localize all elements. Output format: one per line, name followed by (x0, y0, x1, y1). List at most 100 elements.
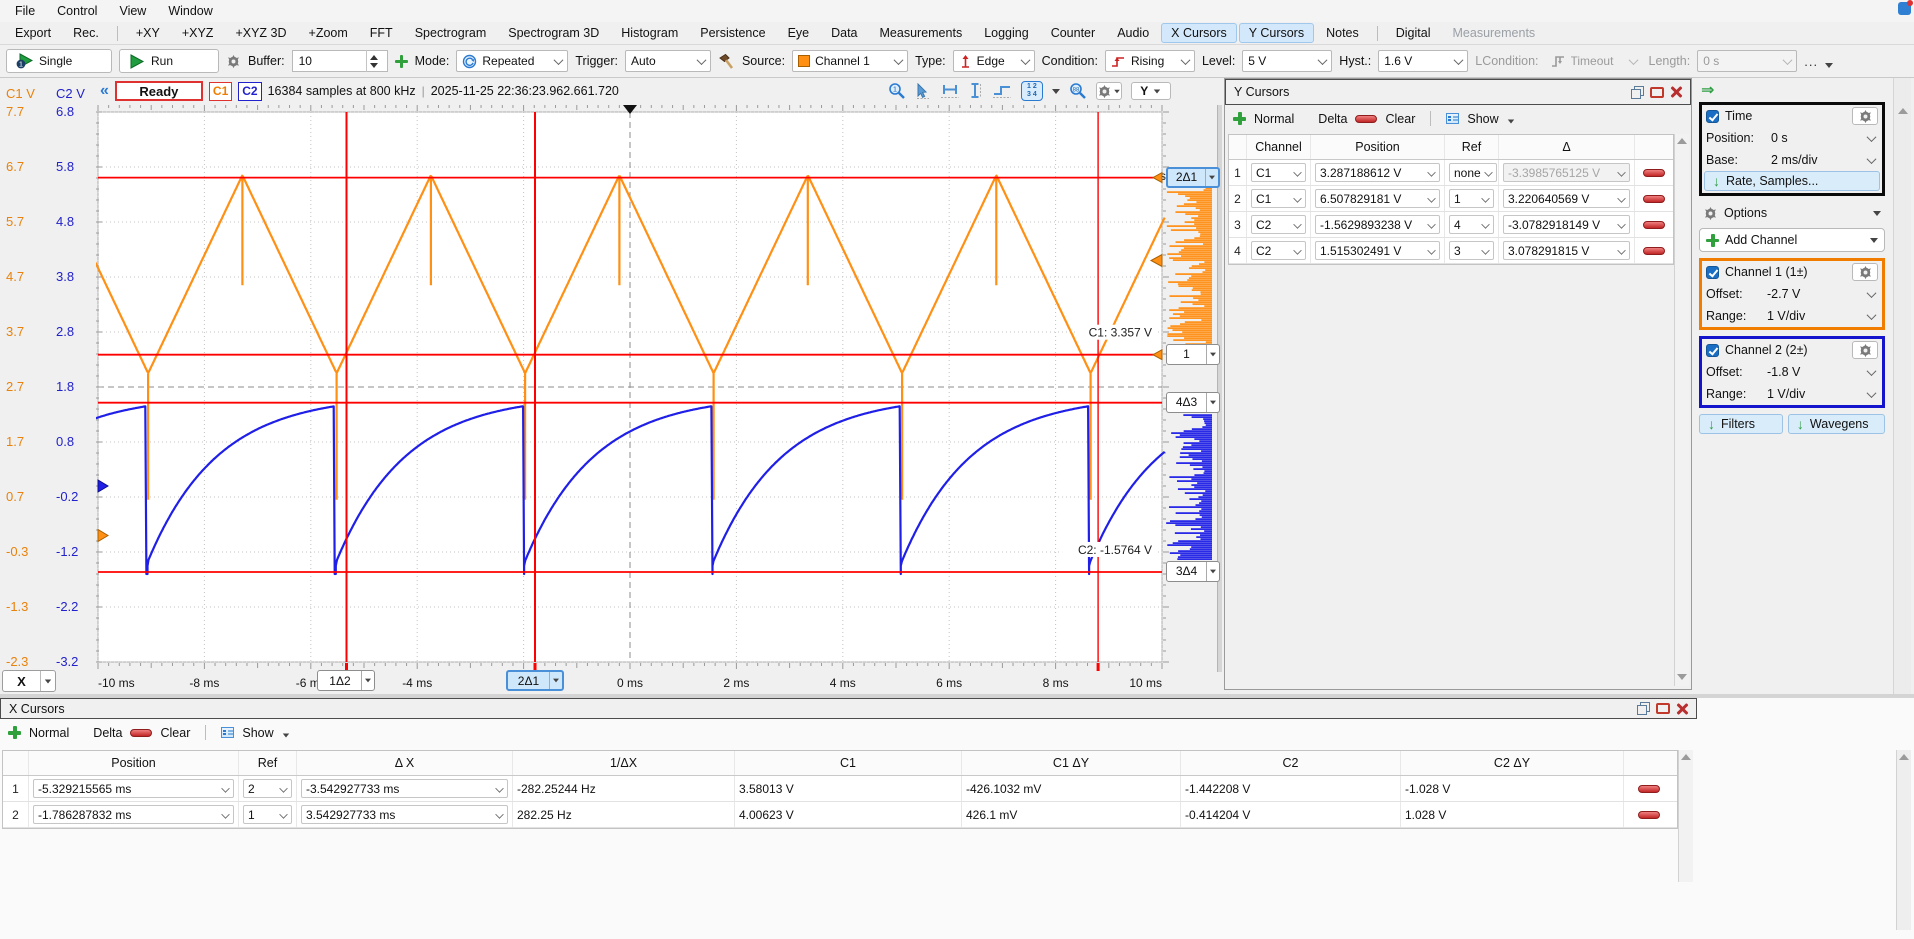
add-normal-cursor-icon[interactable] (1233, 112, 1246, 125)
add-channel-caret[interactable] (1870, 238, 1878, 243)
tab-measurements[interactable]: Measurements (870, 23, 973, 43)
x-cursor-flag-1Δ2[interactable]: 1Δ2 (317, 670, 375, 691)
y-axis-menu-button[interactable]: Y (1131, 82, 1171, 100)
add-delta-cursor-button[interactable]: Delta (93, 726, 122, 740)
time-base-dropdown[interactable]: 2 ms/div (1768, 150, 1878, 170)
zoom-digits-icon[interactable]: 88 (1069, 82, 1087, 100)
cursor-delta-dropdown[interactable]: 3.078291815 V (1499, 238, 1635, 263)
tab--zoom[interactable]: +Zoom (299, 23, 358, 43)
x-cursors-titlebar[interactable]: X Cursors (0, 698, 1697, 719)
right-panel-scrollbar[interactable] (1893, 78, 1911, 694)
y-cursors-scrollbar[interactable] (1674, 134, 1689, 686)
add-normal-cursor-button[interactable]: Normal (1254, 112, 1294, 126)
tab-rec-[interactable]: Rec. (63, 23, 109, 43)
tab-spectrogram-3d[interactable]: Spectrogram 3D (498, 23, 609, 43)
tab-x-cursors[interactable]: X Cursors (1161, 23, 1237, 43)
maximize-icon[interactable] (1650, 87, 1664, 98)
tab-eye[interactable]: Eye (778, 23, 820, 43)
maximize-icon[interactable] (1656, 703, 1670, 714)
cursor-position-dropdown[interactable]: -1.5629893238 V (1311, 212, 1445, 237)
cursor-channel-dropdown[interactable]: C2 (1247, 238, 1311, 263)
clear-cursors-icon[interactable] (1355, 115, 1377, 123)
cursor-position-dropdown[interactable]: 6.507829181 V (1311, 186, 1445, 211)
cursor-position-dropdown[interactable]: -1.786287832 ms (29, 802, 239, 827)
type-dropdown[interactable]: Edge (953, 50, 1035, 72)
cursor-delta-dropdown[interactable]: -3.3985765125 V (1499, 160, 1635, 185)
time-gear-button[interactable] (1852, 107, 1878, 125)
add-channel-button[interactable]: Add Channel (1699, 228, 1885, 252)
run-button[interactable]: Run (119, 49, 219, 73)
y-cursors-titlebar[interactable]: Y Cursors (1225, 79, 1691, 105)
zoom-1-icon[interactable]: 1 (888, 82, 906, 100)
channel2-range-dropdown[interactable]: 1 V/div (1764, 384, 1878, 404)
show-columns-caret[interactable] (1507, 120, 1513, 124)
channel1-range-dropdown[interactable]: 1 V/div (1764, 306, 1878, 326)
options-row[interactable]: Options (1699, 202, 1885, 224)
x-axis-menu-button[interactable]: X (2, 670, 56, 692)
cursor-delta-dropdown[interactable]: 3.220640569 V (1499, 186, 1635, 211)
time-position-dropdown[interactable]: 0 s (1768, 128, 1878, 148)
tab-export[interactable]: Export (5, 23, 61, 43)
menu-window[interactable]: Window (157, 2, 223, 20)
channel1-enabled-checkbox[interactable] (1706, 266, 1719, 279)
remove-cursor-button[interactable] (1635, 212, 1673, 237)
toolbar-overflow-button[interactable]: ... (1804, 54, 1818, 69)
filters-button[interactable]: ↓ Filters (1699, 414, 1783, 434)
show-columns-icon[interactable] (1446, 113, 1459, 124)
cursor-ref-dropdown[interactable]: 1 (1445, 186, 1499, 211)
tab--xyz[interactable]: +XYZ (172, 23, 224, 43)
cursor-delta-x-dropdown[interactable]: -3.542927733 ms (297, 776, 513, 801)
y-cursor-flag-4Δ3[interactable]: 4Δ3 (1166, 392, 1220, 413)
buffer-gear-icon[interactable] (226, 54, 241, 69)
tab--xyz-3d[interactable]: +XYZ 3D (225, 23, 296, 43)
y-cursor-flag-3Δ4[interactable]: 3Δ4 (1166, 561, 1220, 582)
add-normal-cursor-button[interactable]: Normal (29, 726, 69, 740)
wavegens-button[interactable]: ↓ Wavegens (1788, 414, 1885, 434)
x-cursors-scrollbar[interactable] (1678, 750, 1693, 882)
cursor-position-dropdown[interactable]: -5.329215565 ms (29, 776, 239, 801)
tab-persistence[interactable]: Persistence (690, 23, 775, 43)
show-columns-button[interactable]: Show (1467, 112, 1498, 126)
tab-digital[interactable]: Digital (1386, 23, 1441, 43)
channel2-gear-button[interactable] (1852, 341, 1878, 359)
history-back-icon[interactable]: « (100, 82, 109, 100)
vertical-cursor-icon[interactable] (969, 82, 983, 100)
channel2-offset-dropdown[interactable]: -1.8 V (1764, 362, 1878, 382)
cursor-ref-dropdown[interactable]: 2 (239, 776, 297, 801)
remove-cursor-button[interactable] (1635, 238, 1673, 263)
tab-spectrogram[interactable]: Spectrogram (405, 23, 497, 43)
channel1-badge[interactable]: C1 (209, 82, 232, 101)
remove-cursor-button[interactable] (1635, 160, 1673, 185)
tab-data[interactable]: Data (821, 23, 867, 43)
cursor-position-dropdown[interactable]: 3.287188612 V (1311, 160, 1445, 185)
scope-plot[interactable]: C1: 3.357 VC2: -1.5764 V (96, 105, 1222, 672)
menu-control[interactable]: Control (46, 2, 108, 20)
hyst-dropdown[interactable]: 1.6 V (1378, 50, 1468, 72)
hammer-icon[interactable] (718, 53, 735, 70)
close-icon[interactable] (1676, 703, 1688, 715)
cursor-delta-x-dropdown[interactable]: 3.542927733 ms (297, 802, 513, 827)
cursor-ref-dropdown[interactable]: 3 (1445, 238, 1499, 263)
x-cursor-flag-2Δ1[interactable]: 2Δ1 (506, 670, 564, 691)
tab--xy[interactable]: +XY (126, 23, 170, 43)
quad-view-caret[interactable] (1052, 89, 1060, 94)
quad-view-button[interactable]: 1 23 4 (1021, 81, 1043, 101)
scroll-up-icon[interactable] (1677, 138, 1687, 144)
plot-vertical-scrollbar[interactable] (1217, 105, 1222, 672)
options-caret[interactable] (1873, 211, 1881, 216)
buffer-spin-arrows[interactable] (366, 50, 381, 72)
clear-cursors-button[interactable]: Clear (160, 726, 190, 740)
scroll-up-icon[interactable] (1681, 754, 1691, 760)
panel-scrollbar[interactable] (1896, 750, 1911, 930)
cursor-ref-dropdown[interactable]: none (1445, 160, 1499, 185)
remove-cursor-button[interactable] (1624, 802, 1674, 827)
cursor-channel-dropdown[interactable]: C1 (1247, 186, 1311, 211)
undock-icon[interactable] (1637, 702, 1650, 715)
toolbar-overflow-caret[interactable] (1825, 63, 1833, 68)
cursor-ref-dropdown[interactable]: 1 (239, 802, 297, 827)
add-mode-icon[interactable] (395, 55, 408, 68)
mode-dropdown[interactable]: Repeated (456, 50, 568, 72)
channel1-gear-button[interactable] (1852, 263, 1878, 281)
horizontal-cursor-icon[interactable] (940, 83, 960, 100)
buffer-spinbox[interactable]: 10 (292, 50, 388, 72)
